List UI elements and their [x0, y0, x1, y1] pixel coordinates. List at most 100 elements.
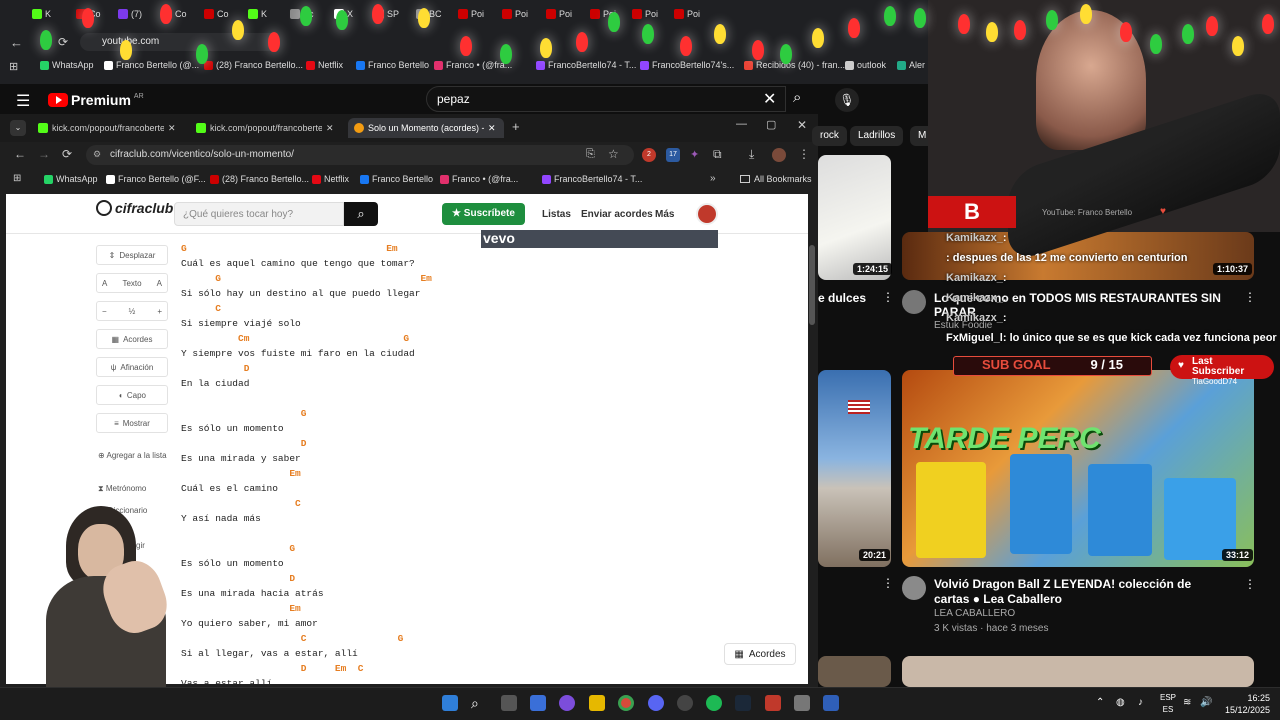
inner-reload-icon[interactable]: ⟳	[62, 147, 72, 161]
video-title[interactable]: e dulces	[818, 291, 866, 305]
store-icon[interactable]	[530, 695, 546, 711]
text-size-tool[interactable]: A Texto A	[96, 273, 168, 293]
app-icon[interactable]	[823, 695, 839, 711]
channel-avatar[interactable]	[902, 576, 926, 600]
inner-tab-kick-1[interactable]: kick.com/popout/francobertello ✕	[32, 118, 184, 138]
menu-icon[interactable]: ☰	[16, 91, 30, 111]
top-bookmark[interactable]: FrancoBertello74's...	[640, 60, 734, 70]
search-icon[interactable]: ⌕	[793, 89, 801, 106]
close-window-icon[interactable]: ✕	[797, 118, 807, 132]
close-tab-icon[interactable]: ✕	[326, 123, 334, 134]
system-clock[interactable]: 16:25 15/12/2025	[1222, 692, 1270, 716]
top-bookmark[interactable]: WhatsApp	[40, 60, 94, 70]
tray-chevron-icon[interactable]: ⌃	[1096, 697, 1104, 708]
nav-mas[interactable]: Más	[655, 209, 674, 220]
minus-icon[interactable]: −	[102, 307, 107, 316]
network-icon[interactable]: ◍	[1116, 697, 1125, 708]
top-address-bar[interactable]: youtube.com	[80, 33, 280, 51]
inner-bookmark[interactable]: Franco Bertello	[360, 174, 433, 184]
tuning-tool-button[interactable]: ψ Afinación	[96, 357, 168, 377]
download-icon[interactable]: ⤓	[749, 147, 754, 162]
video-menu-icon[interactable]: ⋮	[882, 576, 894, 590]
windows-start-icon[interactable]	[442, 695, 458, 711]
nav-enviar-acordes[interactable]: Enviar acordes	[581, 209, 653, 220]
video-menu-icon[interactable]: ⋮	[882, 290, 894, 304]
text-larger-icon[interactable]: A	[157, 279, 162, 288]
apps-grid-icon[interactable]: ⊞	[9, 60, 18, 73]
inner-tab-kick-2[interactable]: kick.com/popout/francobertello ✕	[190, 118, 342, 138]
text-smaller-icon[interactable]: A	[102, 279, 107, 288]
close-tab-icon[interactable]: ✕	[488, 123, 496, 134]
back-icon[interactable]: ←	[10, 35, 23, 50]
top-bookmark[interactable]: Franco Bertello (@...	[104, 60, 199, 70]
youtube-search-input[interactable]: pepaz	[426, 86, 786, 112]
user-avatar[interactable]	[696, 203, 718, 225]
top-bookmark[interactable]: Franco Bertello	[356, 60, 429, 70]
microphone-tray-icon[interactable]: ♪	[1138, 697, 1143, 708]
wifi-icon[interactable]: ≋	[1183, 697, 1191, 708]
discord-icon[interactable]	[648, 695, 664, 711]
extension-icon-1[interactable]: 2	[642, 148, 656, 162]
top-tab[interactable]: Poi	[674, 6, 714, 22]
channel-name[interactable]: LEA CABALLERO	[934, 608, 1015, 619]
top-tab[interactable]: Poi	[632, 6, 672, 22]
inner-address-bar[interactable]: cifraclub.com/vicentico/solo-un-momento/	[86, 145, 634, 165]
new-tab-icon[interactable]: +	[512, 119, 520, 134]
maximize-icon[interactable]: ▢	[766, 118, 776, 131]
song-search-button[interactable]: ⌕	[344, 202, 378, 226]
volume-icon[interactable]: 🔊	[1200, 697, 1212, 708]
top-bookmark[interactable]: Franco • (@fra...	[434, 60, 512, 70]
task-view-icon[interactable]	[501, 695, 517, 711]
all-bookmarks[interactable]: All Bookmarks	[740, 174, 812, 184]
top-bookmark[interactable]: outlook	[845, 60, 886, 70]
app-icon[interactable]	[559, 695, 575, 711]
video-menu-icon[interactable]: ⋮	[1244, 577, 1256, 591]
transpose-tool[interactable]: − ½ +	[96, 301, 168, 321]
inner-bookmark[interactable]: Netflix	[312, 174, 349, 184]
song-search-input[interactable]: ¿Qué quieres tocar hoy?	[174, 202, 344, 226]
page-scrollbar[interactable]	[809, 245, 815, 325]
top-bookmark[interactable]: (28) Franco Bertello...	[204, 60, 303, 70]
top-tab[interactable]: Poi	[502, 6, 542, 22]
top-tab[interactable]: Poi	[546, 6, 586, 22]
youtube-logo[interactable]: Premium AR	[48, 92, 144, 108]
inner-apps-icon[interactable]: ⊞	[13, 173, 21, 184]
video-thumbnail[interactable]	[818, 155, 891, 280]
chords-float-button[interactable]: ▦ Acordes	[724, 643, 796, 665]
video-thumbnail[interactable]	[818, 370, 891, 567]
top-tab[interactable]: K	[248, 6, 288, 22]
inner-bookmark[interactable]: WhatsApp	[44, 174, 98, 184]
video-menu-icon[interactable]: ⋮	[1244, 290, 1256, 304]
site-info-icon[interactable]: ⚙	[93, 149, 101, 160]
chords-tool-button[interactable]: ▦ Acordes	[96, 329, 168, 349]
install-icon[interactable]: ⎘	[586, 148, 595, 161]
nav-listas[interactable]: Listas	[542, 209, 571, 220]
inner-forward-icon[interactable]: →	[38, 147, 50, 161]
close-tab-icon[interactable]: ✕	[168, 123, 176, 134]
video-title[interactable]: Volvió Dragon Ball Z LEYENDA! colección …	[934, 577, 1224, 607]
inner-bookmark[interactable]: Franco Bertello (@F...	[106, 174, 206, 184]
microphone-icon[interactable]: 🎙	[835, 88, 859, 112]
inner-bookmark[interactable]: FrancoBertello74 - T...	[542, 174, 642, 184]
cifraclub-logo[interactable]: cifraclub	[96, 200, 173, 216]
video-embed[interactable]: vevo	[481, 230, 718, 248]
bookmark-star-icon[interactable]: ☆	[608, 147, 619, 161]
inner-back-icon[interactable]: ←	[14, 147, 26, 161]
video-thumbnail[interactable]	[902, 656, 1254, 687]
steam-icon[interactable]	[735, 695, 751, 711]
tab-search-icon[interactable]: ⌄	[10, 120, 26, 136]
top-bookmark[interactable]: FrancoBertello74 - T...	[536, 60, 636, 70]
top-tab[interactable]: K	[32, 6, 72, 22]
extension-icon-3[interactable]: ✦	[690, 148, 699, 161]
channel-avatar[interactable]	[902, 290, 926, 314]
top-tab[interactable]: Poi	[458, 6, 498, 22]
inner-bookmark[interactable]: Franco • (@fra...	[440, 174, 518, 184]
subscribe-button[interactable]: ★ Suscríbete	[442, 203, 525, 225]
file-explorer-icon[interactable]	[589, 695, 605, 711]
chrome-icon[interactable]	[618, 695, 634, 711]
bookmarks-overflow-icon[interactable]: »	[710, 173, 716, 184]
language-indicator[interactable]: ESP ES	[1158, 692, 1178, 716]
obs-icon[interactable]	[677, 695, 693, 711]
inner-bookmark[interactable]: (28) Franco Bertello...	[210, 174, 309, 184]
top-bookmark[interactable]: Aler	[897, 60, 925, 70]
